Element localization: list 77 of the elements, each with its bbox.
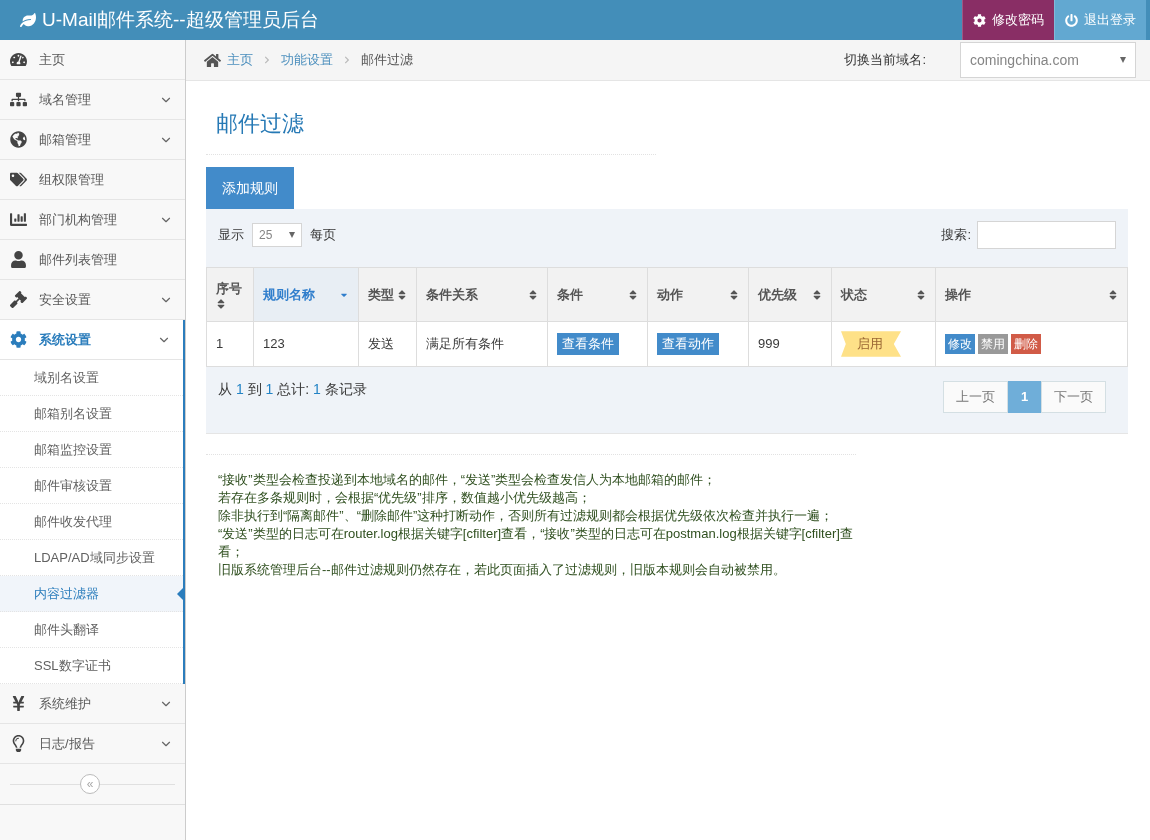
- chevron-right-icon: [343, 56, 351, 64]
- gear-icon: [10, 331, 27, 348]
- table-cell: 999: [748, 321, 832, 367]
- note-text: “接收”类型会检查投递到本地域名的邮件，“发送”类型会检查发信人为本地邮箱的邮件；: [218, 471, 718, 489]
- column-header[interactable]: 条件: [547, 267, 648, 322]
- column-header[interactable]: 操作: [935, 267, 1128, 322]
- dropdown-arrow-icon: [289, 232, 295, 238]
- view-conditions-button[interactable]: 查看条件: [557, 333, 619, 355]
- submenu-item[interactable]: 邮箱监控设置: [0, 432, 183, 468]
- submenu-item[interactable]: 邮件收发代理: [0, 504, 183, 540]
- per-page-label: 每页: [310, 226, 336, 245]
- table-cell: 满足所有条件: [416, 321, 548, 367]
- column-header[interactable]: 条件关系: [416, 267, 548, 322]
- note-text: “发送”类型的日志可在router.log根据关键字[cfilter]查看，“接收”类型的日志可在postman.log根据关键字[cfilter]查看；: [218, 525, 854, 561]
- search-label: 搜索:: [941, 226, 971, 245]
- row-action-button[interactable]: 修改: [945, 334, 975, 354]
- gear-icon: [973, 13, 986, 27]
- dropdown-arrow-icon: [1120, 57, 1126, 63]
- submenu-item[interactable]: 邮箱别名设置: [0, 396, 183, 432]
- column-header[interactable]: 序号: [206, 267, 254, 322]
- next-page-button[interactable]: 下一页: [1041, 381, 1106, 413]
- column-header[interactable]: 优先级: [748, 267, 832, 322]
- submenu-item[interactable]: SSL数字证书: [0, 648, 183, 684]
- submenu-item[interactable]: 域别名设置: [0, 360, 183, 396]
- submenu-item[interactable]: LDAP/AD域同步设置: [0, 540, 183, 576]
- column-header[interactable]: 类型: [358, 267, 417, 322]
- column-header[interactable]: 动作: [647, 267, 749, 322]
- breadcrumb-link[interactable]: 主页: [227, 50, 253, 70]
- record-summary: 从 1 到 1 总计: 1 条记录: [218, 380, 367, 399]
- sort-icon: [729, 288, 739, 301]
- sort-icon: [916, 288, 926, 301]
- gavel-icon: [10, 291, 27, 308]
- domain-switch-label: 切换当前域名:: [844, 51, 926, 70]
- status-ribbon: 启用: [841, 331, 901, 357]
- sort-icon: [397, 288, 407, 301]
- table-cell: 发送: [358, 321, 417, 367]
- sort-icon: [1108, 288, 1118, 301]
- gauge-icon: [10, 51, 27, 68]
- breadcrumb-current: 邮件过滤: [361, 51, 413, 70]
- domain-select[interactable]: comingchina.com: [960, 42, 1136, 78]
- lightbulb-icon: [10, 735, 27, 752]
- column-header[interactable]: 状态: [831, 267, 936, 322]
- page-size-select[interactable]: 25: [252, 223, 302, 247]
- breadcrumb-link[interactable]: 功能设置: [281, 50, 333, 70]
- table-cell: 123: [253, 321, 359, 367]
- note-text: 除非执行到“隔离邮件”、“删除邮件”这种打断动作，否则所有过滤规则都会根据优先级依次检查并执行一遍；: [218, 507, 835, 525]
- column-header[interactable]: 规则名称: [253, 267, 359, 322]
- chevron-right-icon: [263, 56, 271, 64]
- sort-icon: [812, 288, 822, 301]
- sort-icon: [528, 288, 538, 301]
- note-text: 若存在多条规则时，会根据“优先级”排序，数值越小优先级越高；: [218, 489, 592, 507]
- sort-icon: [216, 298, 226, 311]
- view-actions-button[interactable]: 查看动作: [657, 333, 719, 355]
- tags-icon: [10, 171, 27, 188]
- sort-icon: [628, 288, 638, 301]
- row-action-button[interactable]: 删除: [1011, 334, 1041, 354]
- submenu-item[interactable]: 邮件审核设置: [0, 468, 183, 504]
- yen-icon: [10, 695, 27, 712]
- power-icon: [1065, 13, 1078, 27]
- show-label: 显示: [218, 226, 244, 245]
- home-icon: [204, 51, 221, 69]
- table-cell: 1: [206, 321, 254, 367]
- add-rule-button[interactable]: 添加规则: [206, 167, 294, 209]
- submenu-item[interactable]: 邮件头翻译: [0, 612, 183, 648]
- globe-icon: [10, 131, 27, 148]
- submenu-item[interactable]: 内容过滤器: [0, 576, 183, 612]
- note-text: 旧版系统管理后台--邮件过滤规则仍然存在，若此页面插入了过滤规则，旧版本规则会自动被禁用。: [218, 561, 787, 579]
- search-field[interactable]: [977, 221, 1116, 249]
- previous-page-button[interactable]: 上一页: [943, 381, 1008, 413]
- sitemap-icon: [10, 91, 27, 108]
- page-title: 邮件过滤: [216, 111, 304, 136]
- sidebar-item[interactable]: 系统设置: [0, 320, 183, 360]
- leaf-icon: [20, 12, 36, 28]
- bar-chart-icon: [10, 211, 27, 228]
- app-title: U-Mail邮件系统--超级管理员后台: [42, 7, 319, 32]
- change-password-button[interactable]: 修改密码: [962, 0, 1054, 40]
- user-icon: [10, 251, 27, 268]
